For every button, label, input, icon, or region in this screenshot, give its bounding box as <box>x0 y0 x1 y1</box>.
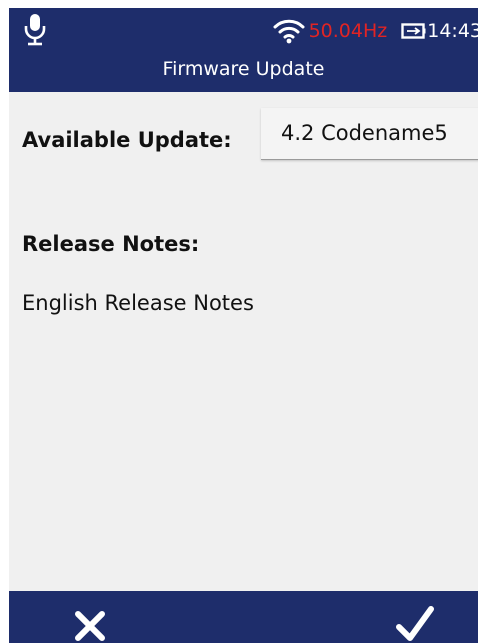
release-notes-text: English Release Notes <box>22 291 254 315</box>
clock: 14:43 <box>427 20 478 42</box>
status-indicators: 50.04Hz 14:43 <box>273 16 478 46</box>
cancel-button[interactable] <box>73 609 107 643</box>
wifi-icon <box>273 18 305 44</box>
device-screen: 50.04Hz 14:43 Firmware Update Available … <box>9 8 478 643</box>
available-update-label: Available Update: <box>22 128 232 152</box>
battery-charging-icon <box>401 22 426 40</box>
confirm-button[interactable] <box>395 605 435 643</box>
microphone-icon[interactable] <box>22 12 48 48</box>
bottom-action-bar <box>9 591 478 643</box>
page-title: Firmware Update <box>162 58 325 80</box>
release-notes-label: Release Notes: <box>22 232 200 256</box>
close-icon <box>75 611 105 641</box>
available-update-select[interactable]: 4.2 Codename5 <box>261 108 478 160</box>
checkmark-icon <box>396 606 434 641</box>
frequency-readout: 50.04Hz <box>308 20 388 42</box>
top-header: 50.04Hz 14:43 Firmware Update <box>9 8 478 92</box>
